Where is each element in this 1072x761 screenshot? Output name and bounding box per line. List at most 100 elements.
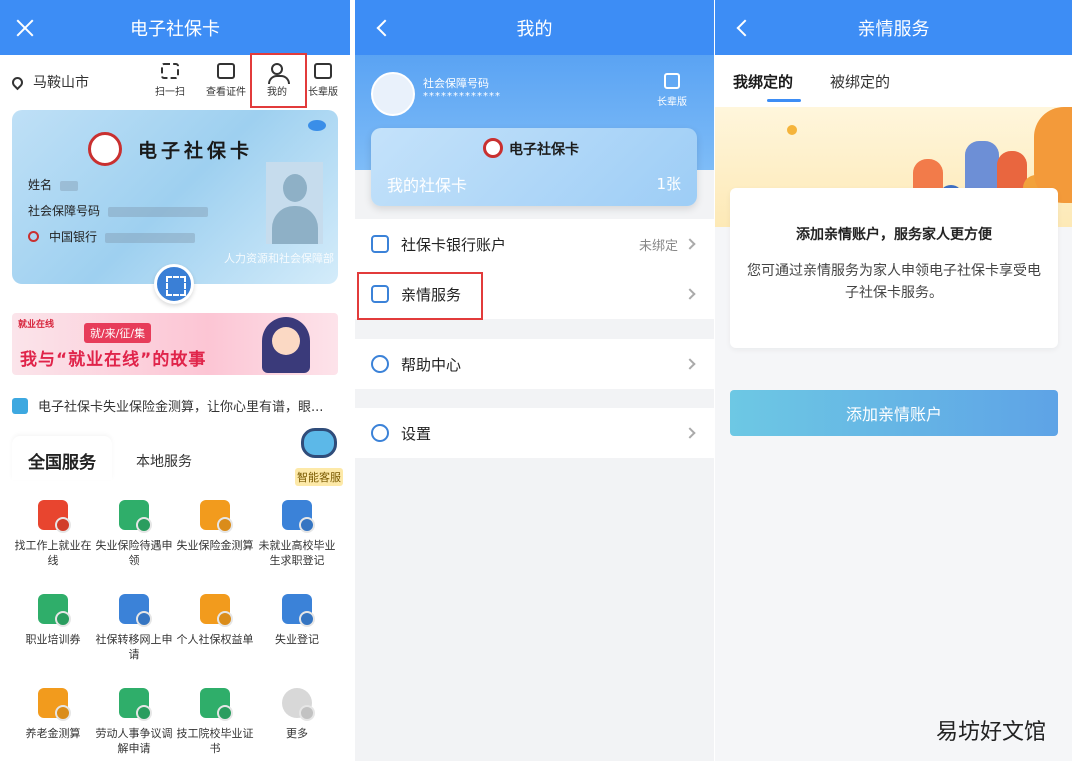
ssn-label: 社会保障号码 bbox=[28, 204, 101, 218]
location-label: 马鞍山市 bbox=[33, 75, 89, 91]
page-title: 亲情服务 bbox=[857, 18, 930, 40]
active-tab-indicator bbox=[767, 99, 801, 102]
back-icon bbox=[376, 19, 394, 36]
menu-item-help-center[interactable]: 帮助中心 bbox=[355, 339, 714, 389]
more-icon bbox=[282, 688, 312, 718]
view-credentials-label: 查看证件 bbox=[206, 87, 246, 98]
service-label: 劳动人事争议调解申请 bbox=[95, 727, 173, 755]
nav-bar: 亲情服务 bbox=[715, 0, 1072, 55]
location-pin-icon bbox=[9, 74, 26, 90]
service-item[interactable]: 失业保险金测算 bbox=[174, 500, 256, 553]
job-search-icon bbox=[38, 500, 68, 530]
avatar[interactable] bbox=[371, 72, 415, 116]
unemployment-benefit-icon bbox=[119, 500, 149, 530]
bank-label: 中国银行 bbox=[49, 230, 98, 244]
qr-code-button[interactable] bbox=[154, 264, 194, 304]
training-voucher-icon bbox=[38, 594, 68, 624]
mine-highlight-box bbox=[250, 53, 307, 108]
eye-icon[interactable] bbox=[308, 120, 326, 131]
menu-item-settings[interactable]: 设置 bbox=[355, 408, 714, 458]
elder-mode-icon bbox=[664, 73, 680, 89]
location-selector[interactable]: 马鞍山市 bbox=[9, 72, 89, 92]
tab-bound-by-others[interactable]: 被绑定的 bbox=[830, 71, 890, 92]
smart-assistant-button[interactable]: 智能客服 bbox=[295, 428, 343, 486]
card-title: 电子社保卡 bbox=[138, 140, 254, 162]
nav-bar: 我的 bbox=[355, 0, 714, 55]
service-item[interactable]: 找工作上就业在线 bbox=[12, 500, 94, 568]
gear-icon bbox=[371, 424, 389, 442]
chevron-right-icon bbox=[684, 358, 696, 370]
elder-mode-label: 长辈版 bbox=[657, 97, 687, 108]
bank-field: 中国银行 bbox=[28, 228, 196, 245]
scan-label: 扫一扫 bbox=[155, 87, 185, 98]
bank-card-icon bbox=[371, 235, 389, 253]
social-security-card[interactable]: 电子社保卡 姓名 社会保障号码 中国银行 人力资源和社会保障部 bbox=[12, 110, 338, 284]
scan-button[interactable]: 扫一扫 bbox=[145, 63, 195, 98]
chevron-right-icon bbox=[684, 288, 696, 300]
menu-label: 社保卡银行账户 bbox=[401, 235, 507, 254]
id-photo bbox=[266, 162, 323, 244]
binding-tabs: 我绑定的 被绑定的 bbox=[715, 55, 1072, 107]
service-label: 更多 bbox=[286, 727, 308, 740]
service-item[interactable]: 更多 bbox=[256, 688, 338, 741]
watermark: 易坊好文馆 bbox=[935, 720, 1046, 745]
back-icon bbox=[736, 19, 754, 36]
service-item[interactable]: 养老金测算 bbox=[12, 688, 94, 741]
name-redacted bbox=[60, 180, 79, 191]
menu-item-bank-account[interactable]: 社保卡银行账户 未绑定 bbox=[355, 219, 714, 269]
robot-icon bbox=[301, 428, 337, 458]
bank-redacted bbox=[105, 232, 196, 243]
menu-label: 帮助中心 bbox=[401, 355, 462, 374]
tab-local-services[interactable]: 本地服务 bbox=[136, 451, 192, 471]
service-label: 失业保险金测算 bbox=[176, 539, 254, 552]
my-social-card[interactable]: 电子社保卡 我的社保卡 1张 bbox=[371, 128, 697, 206]
menu-label: 设置 bbox=[401, 424, 432, 443]
emblem-icon bbox=[483, 138, 503, 158]
ssn-label: 社会保障号码 bbox=[423, 77, 489, 90]
service-item[interactable]: 劳动人事争议调解申请 bbox=[93, 688, 175, 756]
service-item[interactable]: 个人社保权益单 bbox=[174, 594, 256, 647]
service-label: 职业培训券 bbox=[25, 633, 81, 646]
name-field: 姓名 bbox=[28, 176, 79, 193]
service-item[interactable]: 未就业高校毕业生求职登记 bbox=[256, 500, 338, 568]
info-description: 您可通过亲情服务为家人申领电子社保卡享受电子社保卡服务。 bbox=[747, 263, 1041, 301]
notice-bar[interactable]: 电子社保卡失业保险金测算，让你心里有谱，眼... bbox=[12, 396, 346, 415]
menu-value: 未绑定 bbox=[638, 238, 678, 254]
view-credentials-button[interactable]: 查看证件 bbox=[201, 63, 251, 98]
page-title: 我的 bbox=[516, 18, 553, 40]
nav-bar: 电子社保卡 bbox=[0, 0, 350, 55]
name-label: 姓名 bbox=[28, 178, 53, 192]
social-security-transfer-icon bbox=[119, 594, 149, 624]
elder-mode-button[interactable]: 长辈版 bbox=[652, 73, 692, 108]
tab-national-services[interactable]: 全国服务 bbox=[12, 436, 112, 480]
promo-banner[interactable]: 就业在线 就/来/征/集 我与“就业在线”的故事 bbox=[12, 313, 338, 375]
add-family-account-button[interactable]: 添加亲情账户 bbox=[730, 390, 1058, 436]
dispute-mediation-icon bbox=[119, 688, 149, 718]
family-service-highlight-box bbox=[357, 272, 483, 320]
service-item[interactable]: 技工院校毕业证书 bbox=[174, 688, 256, 756]
family-service-info-card: 添加亲情账户，服务家人更方便 您可通过亲情服务为家人申领电子社保卡享受电子社保卡… bbox=[730, 188, 1058, 348]
menu-group-2: 帮助中心 bbox=[355, 339, 714, 389]
tab-my-bindings[interactable]: 我绑定的 bbox=[733, 71, 793, 92]
back-button[interactable] bbox=[371, 0, 394, 55]
back-button[interactable] bbox=[731, 0, 754, 55]
notice-text: 电子社保卡失业保险金测算，让你心里有谱，眼... bbox=[38, 400, 324, 415]
card-label: 我的社保卡 bbox=[387, 176, 468, 195]
family-service-screen: 亲情服务 我绑定的 被绑定的 添加亲情账户，服务家人更方便 您可通过亲情服务为家… bbox=[715, 0, 1072, 761]
service-item[interactable]: 失业保险待遇申领 bbox=[93, 500, 175, 568]
emblem-icon bbox=[88, 132, 122, 166]
service-label: 未就业高校毕业生求职登记 bbox=[258, 539, 336, 567]
screenshot-collage: 电子社保卡 马鞍山市 扫一扫 查看证件 我的 长辈版 电子社保卡 姓名 社会保障… bbox=[0, 0, 1072, 761]
unemployment-registration-icon bbox=[282, 594, 312, 624]
service-item[interactable]: 失业登记 bbox=[256, 594, 338, 647]
pension-calculator-icon bbox=[38, 688, 68, 718]
diploma-icon bbox=[200, 688, 230, 718]
smart-assistant-label: 智能客服 bbox=[295, 468, 343, 486]
social-card-home-screen: 电子社保卡 马鞍山市 扫一扫 查看证件 我的 长辈版 电子社保卡 姓名 社会保障… bbox=[0, 0, 350, 761]
banner-brand: 就业在线 bbox=[18, 320, 55, 330]
service-item[interactable]: 社保转移网上申请 bbox=[93, 594, 175, 662]
service-item[interactable]: 职业培训券 bbox=[12, 594, 94, 647]
elder-mode-label: 长辈版 bbox=[308, 87, 338, 98]
bell-icon bbox=[12, 398, 28, 414]
close-button[interactable] bbox=[16, 0, 34, 55]
